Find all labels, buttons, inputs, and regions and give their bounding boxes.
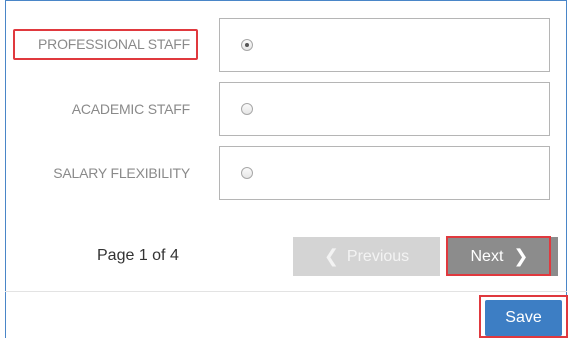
option-box-academic-staff[interactable] xyxy=(219,82,550,136)
chevron-left-icon: ❮ xyxy=(323,246,339,266)
previous-button[interactable]: ❮ Previous xyxy=(293,237,440,276)
option-label-professional-staff: PROFESSIONAL STAFF xyxy=(38,36,190,52)
footer-divider xyxy=(5,291,567,292)
option-box-professional-staff[interactable] xyxy=(219,18,550,72)
page-info: Page 1 of 4 xyxy=(97,247,179,264)
option-label-salary-flexibility: SALARY FLEXIBILITY xyxy=(53,165,190,181)
radio-salary-flexibility[interactable] xyxy=(241,167,253,179)
radio-professional-staff[interactable] xyxy=(241,39,253,51)
previous-label: Previous xyxy=(346,247,410,265)
option-box-salary-flexibility[interactable] xyxy=(219,146,550,200)
option-label-academic-staff: ACADEMIC STAFF xyxy=(71,101,190,117)
highlight-next-button xyxy=(446,236,551,276)
radio-academic-staff[interactable] xyxy=(241,103,253,115)
save-button[interactable]: Save xyxy=(485,300,562,336)
